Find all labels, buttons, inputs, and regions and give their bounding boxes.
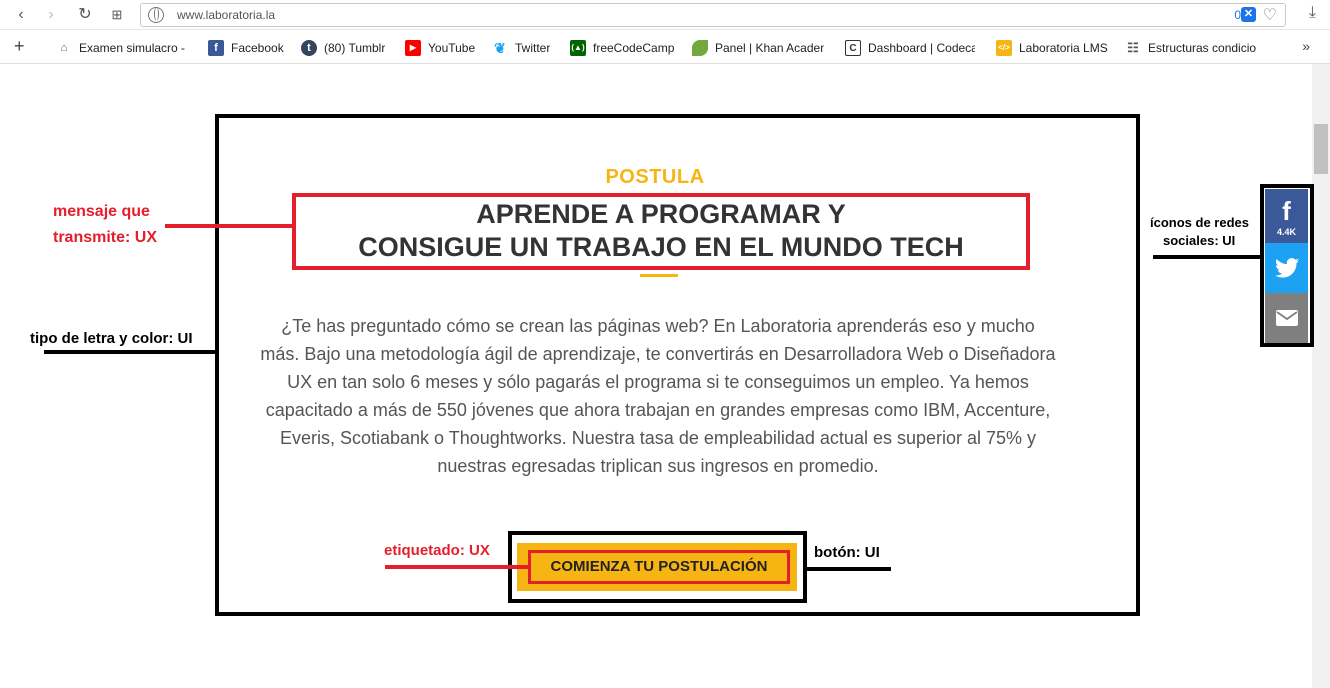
heart-icon[interactable]: ♡ <box>1263 5 1277 25</box>
headline-line-2: CONSIGUE UN TRABAJO EN EL MUNDO TECH <box>358 232 964 262</box>
annotation-message-2: transmite: UX <box>53 229 158 246</box>
forward-icon[interactable]: › <box>40 4 62 26</box>
youtube-icon: ▶ <box>405 40 421 56</box>
more-bookmarks-icon[interactable]: » <box>1302 38 1310 54</box>
annotation-social-2: sociales: UI <box>1163 233 1236 248</box>
bookmark-label: Dashboard | Codeca <box>868 41 975 55</box>
apply-button-label[interactable]: COMIENZA TU POSTULACIÓN <box>528 550 790 584</box>
url-text[interactable]: www.laboratoria.la <box>177 8 275 22</box>
annotation-button: botón: UI <box>814 544 880 561</box>
annotation-labeled: etiquetado: UX <box>384 542 490 559</box>
annotation-pointer-font <box>44 350 215 354</box>
twitter-share-button[interactable] <box>1265 243 1308 293</box>
section-kicker: POSTULA <box>605 166 705 188</box>
twitter-icon <box>1274 258 1299 278</box>
freecodecamp-icon: (▲) <box>570 40 586 56</box>
bookmark-khan[interactable]: Panel | Khan Academ <box>692 39 824 57</box>
bookmark-tumblr[interactable]: t (80) Tumblr <box>301 39 385 57</box>
bookmark-estructuras[interactable]: ☷ Estructuras condicio <box>1125 39 1261 57</box>
email-icon <box>1275 310 1298 326</box>
facebook-share-button[interactable]: f 4.4K <box>1265 189 1308 243</box>
back-icon[interactable]: ‹ <box>10 4 32 26</box>
annotation-message-1: mensaje que <box>53 203 150 220</box>
bookmark-label: Estructuras condicio <box>1148 41 1257 55</box>
bookmark-examen[interactable]: ⌂ Examen simulacro - I <box>56 39 186 57</box>
annotation-pointer-button <box>807 567 891 571</box>
codecademy-icon: C <box>845 40 861 56</box>
bookmark-freecodecamp[interactable]: (▲) freeCodeCamp <box>570 39 674 57</box>
annotation-pointer-labeled <box>385 565 528 569</box>
annotation-font-color: tipo de letra y color: UI <box>30 330 193 347</box>
bookmark-facebook[interactable]: f Facebook <box>208 39 284 57</box>
bookmark-label: (80) Tumblr <box>324 41 386 55</box>
section-description: ¿Te has preguntado cómo se crean las pág… <box>260 316 1056 476</box>
book-icon: ☷ <box>1125 40 1141 56</box>
add-bookmark-icon[interactable]: + <box>14 36 25 57</box>
headline-line-1: APRENDE A PROGRAMAR Y <box>476 199 846 229</box>
leaf-icon <box>692 40 708 56</box>
facebook-share-count: 4.4K <box>1276 227 1296 237</box>
tumblr-icon: t <box>301 40 317 56</box>
adblock-count: 0 <box>1234 8 1241 22</box>
laboratoria-icon: </> <box>996 40 1012 56</box>
title-underline <box>640 274 678 277</box>
bookmark-laboratoria[interactable]: </> Laboratoria LMS <box>996 39 1108 57</box>
reload-icon[interactable]: ↻ <box>74 4 96 26</box>
bookmark-label: Panel | Khan Academ <box>715 41 824 55</box>
facebook-icon: f <box>208 40 224 56</box>
bookmark-label: Laboratoria LMS <box>1019 41 1108 55</box>
bookmark-youtube[interactable]: ▶ YouTube <box>405 39 475 57</box>
bookmark-label: Facebook <box>231 41 284 55</box>
bookmark-label: YouTube <box>428 41 476 55</box>
address-bar[interactable]: www.laboratoria.la 0 ✕ ♡ <box>140 3 1286 27</box>
bookmark-label: Examen simulacro - I <box>79 41 186 55</box>
adblock-icon[interactable]: ✕ <box>1241 7 1256 22</box>
browser-toolbar: ‹ › ↻ ⊞ www.laboratoria.la 0 ✕ ♡ ⤓ <box>0 0 1330 30</box>
twitter-icon: ❦ <box>492 40 508 56</box>
bookmark-codecademy[interactable]: C Dashboard | Codeca <box>845 39 975 57</box>
globe-icon <box>148 7 164 23</box>
email-share-button[interactable] <box>1265 293 1308 343</box>
download-icon[interactable]: ⤓ <box>1309 4 1316 22</box>
annotation-pointer-social <box>1153 255 1260 259</box>
facebook-icon: f <box>1282 196 1291 226</box>
bookmark-label: freeCodeCamp <box>593 41 675 55</box>
speed-dial-icon[interactable]: ⊞ <box>106 4 128 26</box>
bookmarks-bar: + ⌂ Examen simulacro - I f Facebook t (80) … <box>0 30 1330 64</box>
graduation-cap-icon: ⌂ <box>56 40 72 56</box>
annotation-pointer-message <box>165 224 293 228</box>
annotation-social-1: íconos de redes <box>1150 215 1249 230</box>
bookmark-twitter[interactable]: ❦ Twitter <box>492 39 550 57</box>
bookmark-label: Twitter <box>515 41 551 55</box>
